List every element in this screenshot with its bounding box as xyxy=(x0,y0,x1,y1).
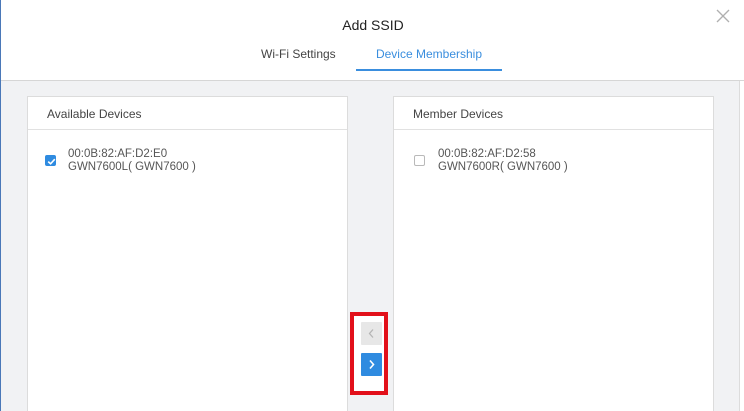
tab-device-membership[interactable]: Device Membership xyxy=(356,47,502,71)
close-icon[interactable] xyxy=(715,8,731,24)
device-model: GWN7600L( GWN7600 ) xyxy=(68,161,196,173)
device-text: 00:0B:82:AF:D2:E0 GWN7600L( GWN7600 ) xyxy=(68,148,196,174)
check-icon xyxy=(47,158,56,165)
dialog-title: Add SSID xyxy=(342,17,404,33)
transfer-buttons-highlight xyxy=(350,312,388,395)
move-right-button[interactable] xyxy=(361,353,382,376)
device-mac: 00:0B:82:AF:D2:E0 xyxy=(68,148,168,160)
device-model: GWN7600R( GWN7600 ) xyxy=(438,161,568,173)
chevron-left-icon xyxy=(368,329,374,338)
device-mac: 00:0B:82:AF:D2:58 xyxy=(438,148,536,160)
member-devices-panel: Member Devices 00:0B:82:AF:D2:58 GWN7600… xyxy=(393,96,714,411)
tab-bar: Wi-Fi Settings Device Membership xyxy=(1,47,744,75)
available-devices-panel: Available Devices 00:0B:82:AF:D2:E0 GWN7… xyxy=(27,96,348,411)
chevron-right-icon xyxy=(369,359,375,370)
move-left-button[interactable] xyxy=(361,322,382,345)
next-panel-edge xyxy=(739,81,744,411)
tab-wifi-settings[interactable]: Wi-Fi Settings xyxy=(261,47,336,69)
device-checkbox[interactable] xyxy=(414,155,425,166)
device-checkbox[interactable] xyxy=(45,155,56,166)
dialog-header: Add SSID Wi-Fi Settings Device Membershi… xyxy=(1,0,744,81)
available-devices-header: Available Devices xyxy=(28,97,347,130)
add-ssid-dialog: Add SSID Wi-Fi Settings Device Membershi… xyxy=(0,0,744,411)
device-text: 00:0B:82:AF:D2:58 GWN7600R( GWN7600 ) xyxy=(438,148,568,174)
member-devices-header: Member Devices xyxy=(394,97,713,130)
